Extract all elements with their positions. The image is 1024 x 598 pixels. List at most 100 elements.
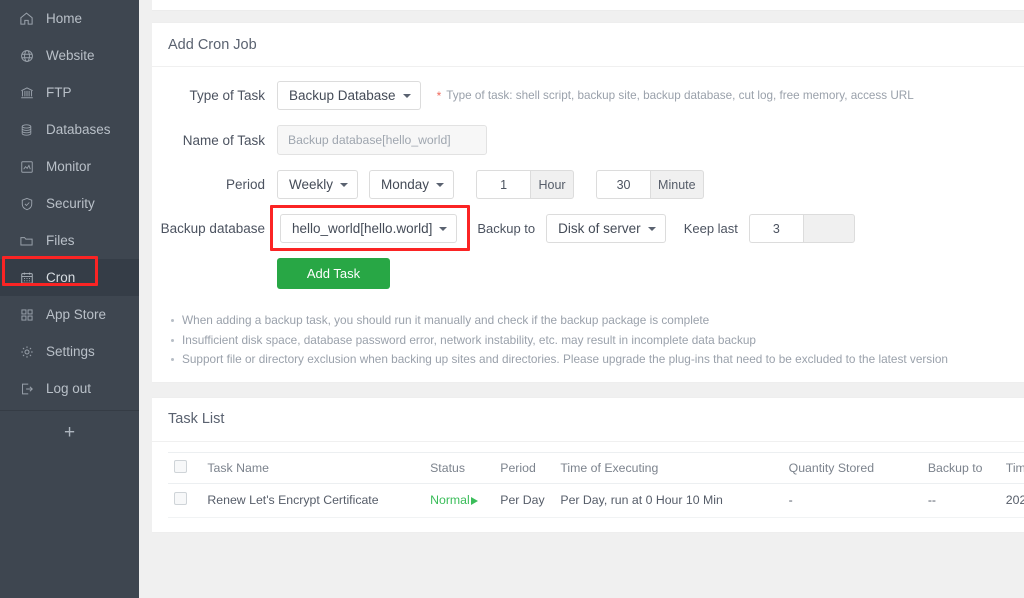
column-header-status: Status [424, 452, 494, 483]
sidebar-nav: Home Website FTP [0, 0, 139, 407]
type-of-task-value: Backup Database [289, 88, 396, 103]
chevron-down-icon [436, 183, 444, 187]
sidebar-item-databases[interactable]: Databases [0, 111, 139, 148]
sidebar-item-security[interactable]: Security [0, 185, 139, 222]
table-header-row: Task Name Status Period Time of Executin… [168, 452, 1024, 483]
period-day-select[interactable]: Monday [369, 170, 454, 199]
logout-icon [18, 380, 35, 397]
sidebar-item-label: Cron [46, 270, 75, 285]
row-checkbox[interactable] [174, 492, 187, 505]
shield-icon [18, 195, 35, 212]
main-content: Add Cron Job Type of Task Backup Databas… [139, 0, 1024, 598]
column-header-time-executing: Time of Executing [554, 452, 782, 483]
cell-task-name: Renew Let's Encrypt Certificate [201, 483, 424, 517]
status-badge: Normal [430, 493, 470, 507]
form-row-type-of-task: Type of Task Backup Database * Type of t… [152, 81, 1024, 110]
content-gap [139, 11, 1024, 22]
period-label: Period [152, 177, 277, 192]
column-header-quantity: Quantity Stored [783, 452, 922, 483]
period-frequency-select[interactable]: Weekly [277, 170, 358, 199]
column-header-task-name: Task Name [201, 452, 424, 483]
select-all-header [168, 452, 201, 483]
sidebar-filler [0, 453, 139, 598]
sidebar-item-label: Settings [46, 344, 95, 359]
note-item: When adding a backup task, you should ru… [166, 311, 1024, 331]
folder-icon [18, 232, 35, 249]
note-item: Support file or directory exclusion when… [166, 350, 1024, 370]
gear-icon [18, 343, 35, 360]
cell-time-executing: Per Day, run at 0 Hour 10 Min [554, 483, 782, 517]
monitor-icon [18, 158, 35, 175]
type-of-task-select[interactable]: Backup Database [277, 81, 421, 110]
column-header-period: Period [494, 452, 554, 483]
sidebar-item-log-out[interactable]: Log out [0, 370, 139, 407]
form-row-period: Period Weekly Monday Hour [152, 170, 1024, 199]
keep-last-group [749, 214, 855, 243]
period-minute-group: Minute [596, 170, 704, 199]
keep-last-input[interactable] [749, 214, 803, 243]
sidebar-item-monitor[interactable]: Monitor [0, 148, 139, 185]
period-minute-input[interactable] [596, 170, 650, 199]
sidebar-item-label: Databases [46, 122, 111, 137]
keep-last-unit [803, 214, 855, 243]
sidebar-item-cron[interactable]: Cron [0, 259, 139, 296]
form-notes: When adding a backup task, you should ru… [166, 311, 1024, 370]
backup-to-select[interactable]: Disk of server [546, 214, 666, 243]
globe-icon [18, 47, 35, 64]
add-task-button[interactable]: Add Task [277, 258, 390, 289]
sidebar-item-label: Home [46, 11, 82, 26]
task-list-title: Task List [152, 398, 1024, 442]
period-hour-group: Hour [476, 170, 574, 199]
backup-database-label: Backup database [152, 221, 277, 236]
sidebar-item-label: Log out [46, 381, 91, 396]
table-row[interactable]: Renew Let's Encrypt Certificate Normal P… [168, 483, 1024, 517]
sidebar-item-label: App Store [46, 307, 106, 322]
period-hour-unit: Hour [530, 170, 574, 199]
required-asterisk: * [437, 90, 442, 102]
name-of-task-input[interactable] [277, 125, 487, 155]
keep-last-label: Keep last [684, 221, 738, 236]
sidebar-item-label: Files [46, 233, 75, 248]
column-header-time-append: Time of appen [1000, 452, 1024, 483]
task-list-table-wrap: Task Name Status Period Time of Executin… [152, 442, 1024, 532]
backup-database-select[interactable]: hello_world[hello.world] [280, 214, 457, 243]
note-item: Insufficient disk space, database passwo… [166, 331, 1024, 351]
row-select-cell [168, 483, 201, 517]
app-root: Home Website FTP [0, 0, 1024, 598]
sidebar-item-label: Monitor [46, 159, 91, 174]
column-header-backup-to: Backup to [922, 452, 1000, 483]
chevron-down-icon [648, 227, 656, 231]
ftp-icon [18, 84, 35, 101]
sidebar-item-app-store[interactable]: App Store [0, 296, 139, 333]
add-cron-job-form: Type of Task Backup Database * Type of t… [152, 67, 1024, 382]
add-cron-job-card: Add Cron Job Type of Task Backup Databas… [152, 22, 1024, 383]
select-all-checkbox[interactable] [174, 460, 187, 473]
period-frequency-value: Weekly [289, 177, 333, 192]
cell-backup-to: -- [922, 483, 1000, 517]
type-of-task-label: Type of Task [152, 88, 277, 103]
period-minute-unit: Minute [650, 170, 704, 199]
sidebar: Home Website FTP [0, 0, 139, 598]
sidebar-item-settings[interactable]: Settings [0, 333, 139, 370]
sidebar-item-website[interactable]: Website [0, 37, 139, 74]
play-icon[interactable] [471, 497, 478, 505]
chevron-down-icon [340, 183, 348, 187]
sidebar-item-files[interactable]: Files [0, 222, 139, 259]
sidebar-item-label: Security [46, 196, 95, 211]
appstore-icon [18, 306, 35, 323]
table-body: Renew Let's Encrypt Certificate Normal P… [168, 483, 1024, 517]
form-row-name-of-task: Name of Task [152, 125, 1024, 155]
sidebar-add-button[interactable]: + [0, 411, 139, 453]
backup-database-value: hello_world[hello.world] [292, 221, 432, 236]
sidebar-item-home[interactable]: Home [0, 0, 139, 37]
cell-status: Normal [424, 483, 494, 517]
task-list-card: Task List Task Name Status Period Time o… [152, 397, 1024, 533]
chevron-down-icon [403, 94, 411, 98]
period-hour-input[interactable] [476, 170, 530, 199]
table-header: Task Name Status Period Time of Executin… [168, 452, 1024, 483]
calendar-icon [18, 269, 35, 286]
database-icon [18, 121, 35, 138]
home-icon [18, 10, 35, 27]
add-cron-job-title: Add Cron Job [152, 23, 1024, 67]
sidebar-item-ftp[interactable]: FTP [0, 74, 139, 111]
